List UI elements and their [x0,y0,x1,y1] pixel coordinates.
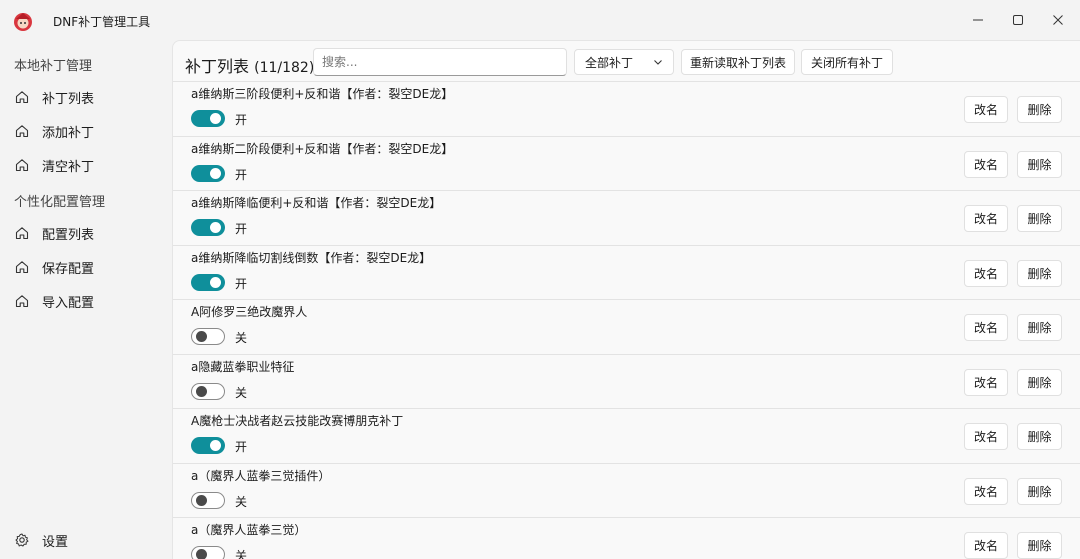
home-icon [14,89,30,105]
patch-toggle[interactable] [191,437,225,454]
rename-button[interactable]: 改名 [964,532,1008,559]
patch-toggle[interactable] [191,382,225,400]
delete-button[interactable]: 删除 [1017,205,1062,232]
patch-name: a维纳斯降临切割线倒数【作者：裂空DE龙】 [191,250,432,265]
home-icon [14,259,30,275]
maximize-icon [1013,15,1023,25]
patch-toggle-label: 开 [235,113,248,127]
sidebar-item-label: 保存配置 [42,261,95,277]
sidebar-item-label: 添加补丁 [42,125,95,141]
close-all-patches-button[interactable]: 关闭所有补丁 [801,49,893,75]
sidebar: 本地补丁管理 补丁列表 添加补丁 清空补丁 个性化配置管理 配置列表 保存配置 [0,40,172,559]
sidebar-item-add-patch[interactable]: 添加补丁 [6,116,166,146]
patch-toggle[interactable] [191,328,225,345]
sidebar-item-label: 配置列表 [42,227,95,243]
patch-toggle-label: 关 [235,549,248,559]
rename-button[interactable]: 改名 [964,259,1008,287]
patch-toggle[interactable] [191,110,225,127]
patch-row: a维纳斯降临切割线倒数【作者：裂空DE龙】 开 改名 删除 [173,244,1080,299]
patch-toggle-label: 开 [235,167,248,182]
minimize-icon [973,19,983,21]
sidebar-item-import-config[interactable]: 导入配置 [6,286,166,316]
patch-toggle[interactable] [191,546,225,559]
maximize-button[interactable] [998,4,1038,36]
sidebar-item-clear-patches[interactable]: 清空补丁 [6,150,166,180]
delete-button[interactable]: 删除 [1017,259,1062,287]
rename-button[interactable]: 改名 [964,423,1008,450]
patch-toggle-label: 开 [235,276,248,291]
sidebar-item-settings[interactable]: 设置 [6,525,166,555]
sidebar-item-label: 清空补丁 [42,159,95,175]
patch-toggle[interactable] [191,219,225,236]
sidebar-item-label: 导入配置 [42,295,95,311]
patch-filter-value: 全部补丁 [585,55,634,70]
patch-row: a维纳斯降临便利+反和谐【作者：裂空DE龙】 开 改名 删除 [173,190,1080,244]
delete-button[interactable]: 删除 [1017,477,1062,505]
home-icon [14,157,30,173]
sidebar-item-label: 设置 [42,534,69,550]
patch-name: a维纳斯二阶段便利+反和谐【作者：裂空DE龙】 [191,141,454,156]
gear-icon [14,532,30,548]
page-title-text: 补丁列表 [185,57,250,76]
patch-row: a维纳斯二阶段便利+反和谐【作者：裂空DE龙】 开 改名 删除 [173,135,1080,190]
sidebar-section-local: 本地补丁管理 [14,59,93,74]
search-input[interactable] [313,48,567,76]
chevron-down-icon [654,60,662,65]
patch-toggle-label: 开 [235,222,248,236]
patch-toggle[interactable] [191,491,225,509]
title-bar: DNF补丁管理工具 [0,0,1080,40]
close-button[interactable] [1038,4,1078,36]
sidebar-item-label: 补丁列表 [42,91,95,107]
rename-button[interactable]: 改名 [964,477,1008,505]
sidebar-item-patch-list[interactable]: 补丁列表 [6,82,166,112]
patch-row: a（魔界人蓝拳三觉插件） 关 改名 删除 [173,462,1080,517]
patch-count: (11/182) [254,60,315,76]
delete-button[interactable]: 删除 [1017,532,1062,559]
delete-button[interactable]: 删除 [1017,368,1062,396]
sidebar-section-config: 个性化配置管理 [14,195,106,210]
patch-name: a（魔界人蓝拳三觉插件） [191,468,331,483]
delete-button[interactable]: 删除 [1017,96,1062,123]
rename-button[interactable]: 改名 [964,150,1008,178]
patch-name: A阿修罗三绝改魔界人 [191,305,308,319]
home-icon [14,123,30,139]
patch-toggle[interactable] [191,273,225,291]
minimize-button[interactable] [958,4,998,36]
rename-button[interactable]: 改名 [964,205,1008,232]
patch-row: A魔枪士决战者赵云技能改赛博朋克补丁 开 改名 删除 [173,408,1080,462]
home-icon [14,293,30,309]
patch-row: a隐藏蓝拳职业特征 关 改名 删除 [173,353,1080,408]
patch-name: a隐藏蓝拳职业特征 [191,359,295,374]
patch-toggle-label: 关 [235,331,248,345]
reload-patch-list-button[interactable]: 重新读取补丁列表 [681,49,795,75]
main-panel: 补丁列表 (11/182) 全部补丁 重新读取补丁列表 关闭所有补丁 a维纳斯三… [172,40,1080,559]
delete-button[interactable]: 删除 [1017,314,1062,341]
delete-button[interactable]: 删除 [1017,150,1062,178]
patch-toggle-label: 关 [235,494,248,509]
patch-name: A魔枪士决战者赵云技能改赛博朋克补丁 [191,414,404,428]
patch-name: a维纳斯三阶段便利+反和谐【作者：裂空DE龙】 [191,87,454,101]
patch-filter-dropdown[interactable]: 全部补丁 [574,49,674,75]
page-title: 补丁列表 (11/182) [185,53,314,77]
rename-button[interactable]: 改名 [964,368,1008,396]
patch-name: a维纳斯降临便利+反和谐【作者：裂空DE龙】 [191,196,442,210]
home-icon [14,225,30,241]
rename-button[interactable]: 改名 [964,96,1008,123]
patch-toggle-label: 关 [235,385,248,400]
sidebar-item-save-config[interactable]: 保存配置 [6,252,166,282]
sidebar-item-config-list[interactable]: 配置列表 [6,218,166,248]
app-title: DNF补丁管理工具 [53,15,151,29]
patch-toggle[interactable] [191,164,225,182]
patch-row: a（魔界人蓝拳三觉） 关 改名 删除 [173,517,1080,559]
patch-name: a（魔界人蓝拳三觉） [191,523,307,537]
delete-button[interactable]: 删除 [1017,423,1062,450]
patch-row: A阿修罗三绝改魔界人 关 改名 删除 [173,299,1080,353]
rename-button[interactable]: 改名 [964,314,1008,341]
patch-toggle-label: 开 [235,440,248,454]
close-icon [1053,15,1063,25]
patch-row: a维纳斯三阶段便利+反和谐【作者：裂空DE龙】 开 改名 删除 [173,81,1080,135]
app-logo-icon [14,13,32,31]
